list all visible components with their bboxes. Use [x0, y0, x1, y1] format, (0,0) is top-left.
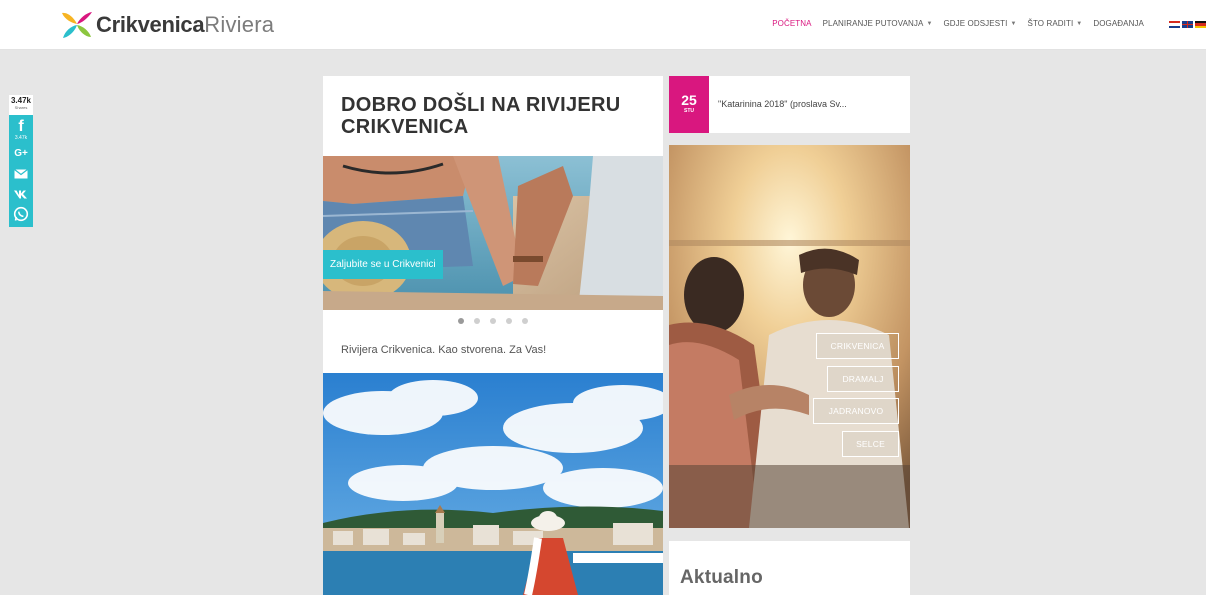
site-header: Crikvenica Riviera POČETNA PLANIRANJE PUT… — [0, 0, 1206, 50]
facebook-share-count: 3.47k — [14, 135, 28, 141]
chevron-down-icon: ▼ — [1076, 20, 1083, 27]
chevron-down-icon: ▼ — [926, 20, 933, 27]
event-month: STU — [684, 108, 694, 114]
mail-icon[interactable] — [9, 164, 33, 184]
share-total-count: 3.47k — [10, 96, 32, 105]
slider-dots — [323, 318, 663, 324]
flag-en-icon[interactable] — [1182, 21, 1193, 28]
language-switcher — [1167, 21, 1206, 28]
destinations-card: CRIKVENICA DRAMALJ JADRANOVO SELCE — [669, 145, 910, 528]
destination-selce-button[interactable]: SELCE — [842, 431, 899, 457]
nav-label: DOGAĐANJA — [1093, 19, 1144, 28]
slider-dot[interactable] — [490, 318, 496, 324]
brand-name-bold: Crikvenica — [96, 12, 205, 37]
welcome-card: DOBRO DOŠLI NA RIVIJERU CRIKVENICA Zalju… — [323, 76, 663, 595]
event-day: 25 — [681, 92, 697, 108]
flag-de-icon[interactable] — [1195, 21, 1206, 28]
nav-item-planiranje[interactable]: PLANIRANJE PUTOVANJA ▼ — [823, 19, 933, 28]
destination-crikvenica-button[interactable]: CRIKVENICA — [816, 333, 899, 359]
nav-label: PLANIRANJE PUTOVANJA — [822, 19, 924, 28]
slide-caption-button[interactable]: Zaljubite se u Crikvenici — [323, 250, 443, 279]
share-buttons: f 3.47k G+ — [9, 115, 33, 227]
destination-dramalj-button[interactable]: DRAMALJ — [827, 366, 899, 392]
whatsapp-icon[interactable] — [9, 204, 33, 224]
share-total: 3.47k Shares — [9, 95, 33, 115]
hero-slider[interactable]: Zaljubite se u Crikvenici — [323, 156, 663, 310]
page-title: DOBRO DOŠLI NA RIVIJERU CRIKVENICA — [341, 94, 621, 138]
chevron-down-icon: ▼ — [1010, 20, 1017, 27]
slider-dot[interactable] — [506, 318, 512, 324]
destination-jadranovo-button[interactable]: JADRANOVO — [813, 398, 899, 424]
flag-hr-icon[interactable] — [1169, 21, 1180, 28]
nav-item-pocetna[interactable]: POČETNA — [772, 19, 811, 28]
couple-beach-photo — [323, 156, 663, 310]
event-date-badge: 25 STU — [669, 76, 709, 133]
google-plus-icon[interactable]: G+ — [9, 143, 33, 164]
nav-item-sto-raditi[interactable]: ŠTO RADITI ▼ — [1028, 19, 1083, 28]
tagline: Rivijera Crikvenica. Kao stvorena. Za Va… — [341, 344, 547, 356]
event-card[interactable]: 25 STU "Katarinina 2018" (proslava Sv... — [669, 76, 910, 133]
vk-icon[interactable] — [9, 184, 33, 204]
facebook-icon[interactable]: f — [9, 117, 33, 135]
slider-dot[interactable] — [474, 318, 480, 324]
nav-item-gdje-odsjesti[interactable]: GDJE ODSJESTI ▼ — [943, 19, 1016, 28]
logo-mark-icon — [62, 12, 92, 38]
main-nav: POČETNA PLANIRANJE PUTOVANJA ▼ GDJE ODSJE… — [761, 19, 1144, 28]
nav-label: POČETNA — [772, 19, 812, 28]
nav-label: ŠTO RADITI — [1027, 19, 1074, 28]
town-photo — [323, 373, 663, 595]
news-card: Aktualno — [669, 541, 910, 595]
slider-dot[interactable] — [458, 318, 464, 324]
share-bar: 3.47k Shares f 3.47k G+ — [9, 95, 33, 227]
brand-name-light: Riviera — [204, 12, 275, 37]
slider-dot[interactable] — [522, 318, 528, 324]
site-logo[interactable]: Crikvenica Riviera — [60, 10, 274, 40]
nav-label: GDJE ODSJESTI — [943, 19, 1008, 28]
event-title[interactable]: "Katarinina 2018" (proslava Sv... — [718, 99, 847, 109]
nav-item-dogadanja[interactable]: DOGAĐANJA — [1093, 19, 1144, 28]
share-total-label: Shares — [14, 105, 28, 110]
news-heading: Aktualno — [680, 567, 763, 588]
